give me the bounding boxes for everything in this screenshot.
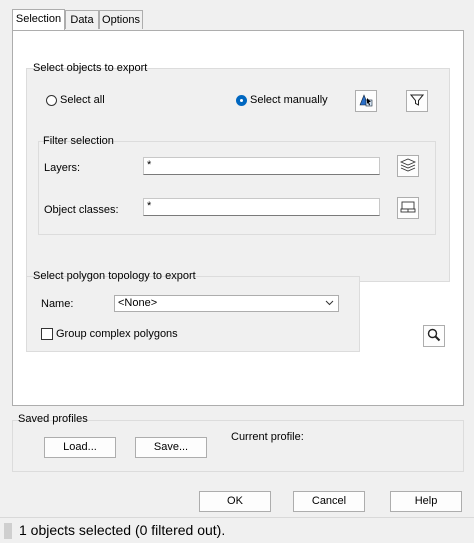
object-classes-button[interactable] bbox=[397, 197, 419, 219]
ok-button[interactable]: OK bbox=[199, 491, 271, 512]
object-classes-label: Object classes: bbox=[44, 204, 119, 216]
topology-name-select[interactable]: <None> bbox=[114, 295, 339, 312]
tab-selection[interactable]: Selection bbox=[12, 9, 65, 30]
name-label: Name: bbox=[41, 298, 74, 310]
status-grip bbox=[4, 523, 12, 539]
cancel-button[interactable]: Cancel bbox=[293, 491, 365, 512]
filter-button[interactable] bbox=[406, 90, 428, 112]
selection-tab-panel: Select objects to export Select all Sele… bbox=[12, 30, 464, 406]
search-button[interactable] bbox=[423, 325, 445, 347]
tab-data[interactable]: Data bbox=[65, 10, 99, 29]
select-all-radio[interactable] bbox=[46, 95, 57, 106]
layers-label: Layers: bbox=[44, 162, 81, 174]
status-text: 1 objects selected (0 filtered out). bbox=[19, 522, 226, 538]
layers-field[interactable]: * bbox=[143, 157, 380, 175]
funnel-icon bbox=[409, 93, 425, 110]
group-complex-label[interactable]: Group complex polygons bbox=[56, 328, 178, 340]
current-profile-label: Current profile: bbox=[231, 431, 304, 443]
classes-icon bbox=[400, 200, 416, 217]
select-manually-radio[interactable] bbox=[236, 95, 247, 106]
filter-selection-title: Filter selection bbox=[43, 135, 114, 147]
tab-options[interactable]: Options bbox=[99, 10, 143, 29]
saved-profiles-title: Saved profiles bbox=[18, 413, 88, 425]
polygon-topology-group bbox=[26, 276, 360, 352]
save-profile-button[interactable]: Save... bbox=[135, 437, 207, 458]
select-manually-label[interactable]: Select manually bbox=[250, 94, 328, 106]
chevron-down-icon bbox=[325, 297, 334, 311]
load-profile-button[interactable]: Load... bbox=[44, 437, 116, 458]
layers-icon bbox=[399, 158, 417, 175]
status-bar: 1 objects selected (0 filtered out). bbox=[0, 517, 474, 543]
layers-button[interactable] bbox=[397, 155, 419, 177]
select-all-label[interactable]: Select all bbox=[60, 94, 105, 106]
help-button[interactable]: Help bbox=[390, 491, 462, 512]
export-objects-title: Select objects to export bbox=[33, 62, 148, 74]
topology-name-value: <None> bbox=[118, 297, 158, 309]
magnifier-icon bbox=[427, 328, 441, 345]
polygon-topology-title: Select polygon topology to export bbox=[33, 270, 196, 282]
select-shapes-icon bbox=[358, 92, 374, 111]
filter-selection-group bbox=[38, 141, 436, 235]
select-objects-button[interactable] bbox=[355, 90, 377, 112]
object-classes-field[interactable]: * bbox=[143, 198, 380, 216]
group-complex-checkbox[interactable] bbox=[41, 328, 53, 340]
